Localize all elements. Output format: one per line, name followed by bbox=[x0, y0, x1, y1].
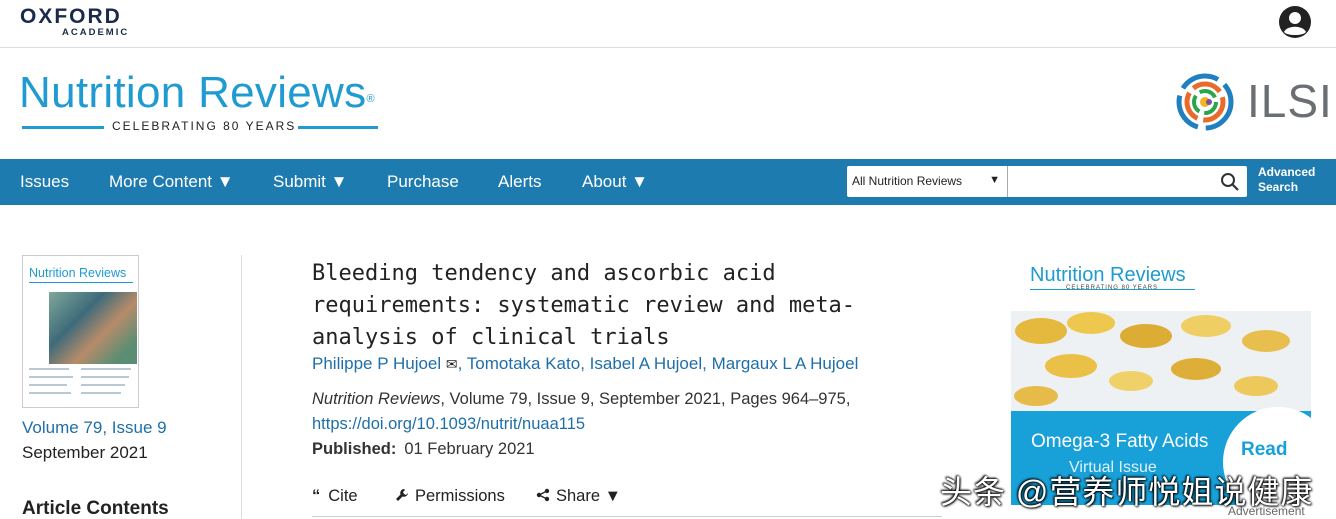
share-icon bbox=[536, 488, 550, 502]
nav-submit[interactable]: Submit ▼ bbox=[273, 172, 347, 192]
cover-journal-title: Nutrition Reviews bbox=[29, 266, 127, 280]
nav-about[interactable]: About ▼ bbox=[582, 172, 648, 192]
issue-cover-image[interactable]: Nutrition Reviews bbox=[22, 255, 139, 408]
registered-mark: ® bbox=[366, 93, 375, 105]
account-circle-icon[interactable] bbox=[1278, 5, 1312, 39]
nav-alerts[interactable]: Alerts bbox=[498, 172, 541, 192]
cover-rule bbox=[29, 282, 133, 283]
cite-button[interactable]: “ Cite bbox=[312, 487, 358, 506]
cover-text-line bbox=[29, 384, 67, 386]
doi-link[interactable]: https://doi.org/10.1093/nutrit/nuaa115 bbox=[312, 415, 585, 434]
cover-artwork bbox=[49, 292, 137, 364]
cover-text-line bbox=[81, 376, 129, 378]
search-scope-select[interactable]: All Nutrition Reviews ▼ bbox=[847, 166, 1007, 197]
advanced-search-link[interactable]: Advanced Search bbox=[1258, 165, 1315, 195]
ad-journal-title: Nutrition Reviews bbox=[1030, 264, 1186, 286]
advanced-search-line2: Search bbox=[1258, 180, 1299, 194]
search-scope-value: All Nutrition Reviews bbox=[852, 174, 963, 188]
column-divider bbox=[241, 255, 242, 519]
ilsi-wordmark: ILSI bbox=[1247, 75, 1333, 127]
cover-text-line bbox=[81, 384, 125, 386]
nav-purchase[interactable]: Purchase bbox=[387, 172, 459, 192]
oxford-academic-logo[interactable]: OXFORD ACADEMIC bbox=[20, 5, 130, 39]
chevron-down-icon: ▼ bbox=[989, 174, 1000, 186]
search-input[interactable] bbox=[1007, 166, 1247, 197]
logo-line-2: ACADEMIC bbox=[62, 27, 130, 38]
article-title: Bleeding tendency and ascorbic acid requ… bbox=[312, 261, 856, 350]
journal-tagline-block: CELEBRATING 80 YEARS bbox=[22, 116, 382, 136]
cite-label: Cite bbox=[328, 487, 358, 505]
published-date: Published: 01 February 2021 bbox=[312, 440, 535, 459]
published-label: Published: bbox=[312, 440, 397, 458]
ad-headline: Omega-3 Fatty Acids bbox=[1031, 431, 1209, 452]
journal-masthead: Nutrition Reviews® CELEBRATING 80 YEARS … bbox=[0, 49, 1336, 159]
tagline-rule-left bbox=[22, 126, 104, 129]
nav-more-content[interactable]: More Content ▼ bbox=[109, 172, 234, 192]
ad-journal-tagline: CELEBRATING 80 YEARS bbox=[1066, 285, 1159, 291]
author-link[interactable]: Isabel A Hujoel bbox=[590, 354, 702, 373]
author-link[interactable]: Margaux L A Hujoel bbox=[712, 354, 859, 373]
cover-text-line bbox=[81, 368, 131, 370]
share-label: Share ▼ bbox=[556, 487, 621, 505]
published-value: 01 February 2021 bbox=[404, 440, 535, 458]
journal-title[interactable]: Nutrition Reviews® bbox=[19, 66, 375, 120]
citation-journal: Nutrition Reviews bbox=[312, 390, 441, 408]
author-link[interactable]: Philippe P Hujoel bbox=[312, 354, 441, 373]
author-link[interactable]: Tomotaka Kato bbox=[467, 354, 580, 373]
journal-title-text: Nutrition Reviews bbox=[19, 68, 367, 117]
article-tools-bar: “ Cite Permissions Share ▼ bbox=[312, 487, 942, 517]
top-bar: OXFORD ACADEMIC bbox=[0, 0, 1336, 48]
tagline-rule-right bbox=[298, 126, 378, 129]
cover-text-line bbox=[29, 392, 71, 394]
wrench-icon bbox=[396, 489, 408, 501]
cover-text-line bbox=[29, 368, 69, 370]
citation-details: , Volume 79, Issue 9, September 2021, Pa… bbox=[440, 390, 851, 408]
ilsi-emblem-icon bbox=[1176, 73, 1234, 131]
search-icon[interactable] bbox=[1220, 172, 1240, 192]
cover-text-line bbox=[29, 376, 73, 378]
email-icon[interactable]: ✉ bbox=[446, 356, 458, 372]
citation-line: Nutrition Reviews, Volume 79, Issue 9, S… bbox=[312, 390, 850, 409]
share-button[interactable]: Share ▼ bbox=[536, 487, 621, 506]
ad-read-button[interactable]: Read bbox=[1241, 439, 1287, 461]
logo-line-1: OXFORD bbox=[20, 5, 122, 28]
advanced-search-line1: Advanced bbox=[1258, 165, 1316, 179]
author-list: Philippe P Hujoel ✉, Tomotaka Kato, Isab… bbox=[312, 354, 859, 373]
article-contents-heading: Article Contents bbox=[22, 498, 169, 519]
permissions-button[interactable]: Permissions bbox=[395, 487, 505, 506]
permissions-label: Permissions bbox=[415, 487, 505, 505]
nav-issues[interactable]: Issues bbox=[20, 172, 69, 192]
main-navigation: Issues More Content ▼ Submit ▼ Purchase … bbox=[0, 159, 1336, 205]
cover-text-line bbox=[81, 392, 121, 394]
capsules-photo bbox=[1011, 311, 1311, 411]
watermark-overlay: 头条 @营养师悦姐说健康 bbox=[940, 474, 1314, 510]
journal-tagline: CELEBRATING 80 YEARS bbox=[112, 119, 297, 133]
issue-date: September 2021 bbox=[22, 443, 148, 462]
ad-header: Nutrition Reviews CELEBRATING 80 YEARS bbox=[1011, 255, 1311, 311]
issue-link[interactable]: Volume 79, Issue 9 bbox=[22, 418, 167, 438]
quote-icon: “ bbox=[312, 487, 321, 505]
ilsi-logo[interactable]: ILSI bbox=[1175, 71, 1332, 133]
